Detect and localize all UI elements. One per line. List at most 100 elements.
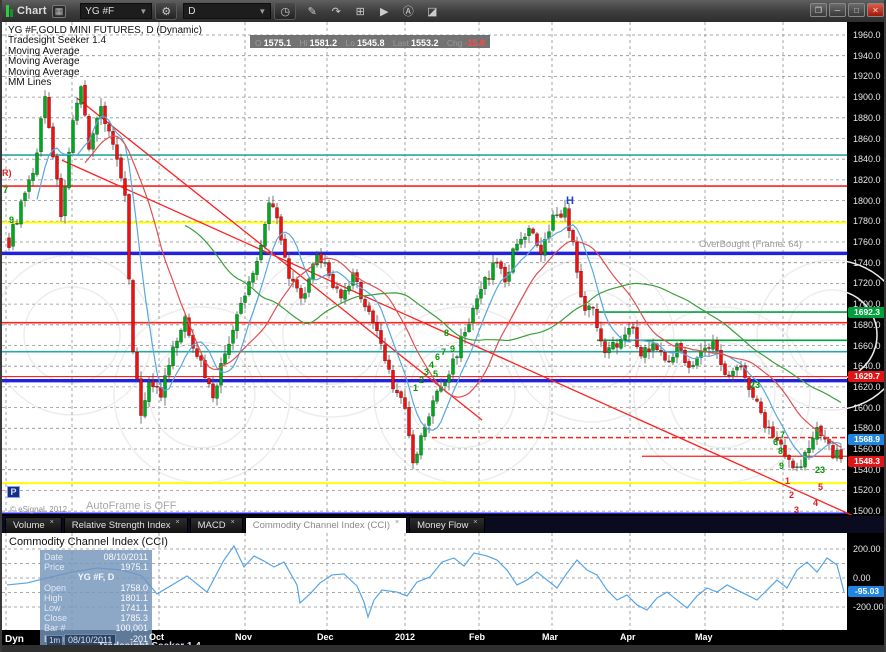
candle-body [279, 216, 283, 241]
data-window-value: 1801.1 [120, 592, 148, 603]
candle-body [403, 397, 407, 409]
candle-body [451, 358, 455, 375]
seeker-count-label: 2 [419, 375, 425, 385]
candle-body [375, 322, 379, 332]
tab-commodity-channel-index-cci-[interactable]: Commodity Channel Index (CCI) × [244, 517, 408, 533]
candle-body [447, 374, 451, 383]
window-title: Chart [17, 5, 47, 17]
candle-body [527, 228, 531, 236]
candle-body [723, 363, 727, 375]
candle-body [467, 324, 471, 332]
time-clock-icon[interactable]: ◷ [274, 2, 297, 20]
ma-mid-line [84, 135, 842, 448]
seeker-count-label: 4 [813, 498, 819, 508]
candle-body [67, 151, 71, 189]
tab-label: Relative Strength Index [71, 520, 171, 531]
candle-body [599, 328, 603, 342]
tab-money-flow[interactable]: Money Flow × [409, 517, 486, 533]
candle-body [667, 360, 671, 363]
candle-body [207, 378, 211, 385]
data-window-row: High 1801.1 [44, 593, 148, 603]
tab-relative-strength-index[interactable]: Relative Strength Index × [63, 517, 188, 533]
candle-body [663, 351, 667, 361]
candle-body [347, 285, 351, 292]
quote-field-value: 1553.2 [410, 37, 439, 48]
candle-body [211, 383, 215, 399]
candle-body [139, 378, 143, 416]
candle-body [115, 144, 119, 160]
play-icon[interactable]: ▶ [374, 2, 394, 20]
price-axis-label: 1760.0 [853, 237, 881, 247]
price-badge: 1568.9 [848, 434, 884, 446]
tab-close-icon[interactable]: × [231, 519, 235, 526]
seeker-count-label: 5 [433, 369, 439, 379]
candle-body [523, 236, 527, 240]
candle-body [231, 329, 235, 344]
candle-body [235, 314, 239, 332]
title-bar[interactable]: Chart ▦ YG #F ▼ ⚙ D ▼ ◷ ✎ ↷ ⊞ ▶ Ⓐ ◪ ❐ ─ □ ✕ [2, 0, 884, 22]
tab-close-icon[interactable]: × [50, 519, 54, 526]
candle-body [163, 375, 167, 398]
restore-button[interactable]: ❐ [810, 3, 827, 17]
draw-pencil-icon[interactable]: ✎ [302, 2, 322, 20]
candle-body [643, 347, 647, 358]
candle-body [427, 416, 431, 426]
chevron-down-icon: ▼ [258, 6, 267, 16]
tab-close-icon[interactable]: × [473, 519, 477, 526]
candle-body [387, 359, 391, 370]
candle-body [155, 386, 159, 388]
candle-body [651, 343, 655, 351]
tab-volume[interactable]: Volume × [5, 517, 62, 533]
main-chart-canvas[interactable] [2, 22, 884, 516]
candle-body [247, 281, 251, 295]
tab-macd[interactable]: MACD × [189, 517, 243, 533]
symbol-settings-gear-icon[interactable]: ⚙ [155, 2, 178, 20]
candle-body [687, 361, 691, 368]
redo-icon[interactable]: ↷ [326, 2, 346, 20]
ma-fast-line [36, 115, 842, 459]
candle-body [371, 310, 375, 324]
data-window-value: 100,001 [115, 623, 148, 634]
close-button[interactable]: ✕ [867, 3, 884, 17]
candle-body [435, 390, 439, 402]
price-axis-label: 1600.0 [853, 402, 881, 413]
quote-field-value: -15.8 [464, 37, 485, 48]
tab-label: Commodity Channel Index (CCI) [252, 520, 390, 531]
data-window-overlay: Date 08/10/2011 Price 1975.1 YG #F, D Open 175… [40, 550, 152, 645]
month-label: Nov [235, 632, 253, 642]
quote-note-icon[interactable]: ⊞ [350, 2, 370, 20]
maximize-button[interactable]: □ [848, 3, 865, 17]
interval-dropdown[interactable]: D ▼ [183, 3, 272, 19]
candle-body [595, 308, 599, 328]
auto-icon[interactable]: Ⓐ [398, 2, 418, 20]
candle-body [707, 347, 711, 349]
minimize-button[interactable]: ─ [829, 3, 846, 17]
candles [7, 80, 843, 472]
quote-field: Chg -15.8 [447, 33, 485, 51]
candle-body [87, 116, 91, 150]
data-window-value: 1785.3 [120, 613, 148, 624]
symbol-dropdown[interactable]: YG #F ▼ [80, 3, 153, 19]
candle-body [611, 342, 615, 350]
candle-body [455, 356, 459, 359]
eraser-icon[interactable]: ◪ [422, 2, 442, 20]
seeker-count-label: 9 [779, 461, 785, 471]
candle-body [767, 426, 771, 429]
candle-body [763, 412, 767, 428]
tab-close-icon[interactable]: × [176, 519, 180, 526]
candle-body [251, 272, 255, 283]
tab-close-icon[interactable]: × [395, 519, 399, 526]
candle-body [563, 207, 567, 218]
candle-body [35, 152, 39, 175]
candle-body [807, 448, 811, 454]
candle-body [127, 194, 131, 280]
candle-body [559, 213, 563, 218]
quote-field-label: Lo [345, 37, 355, 48]
candle-body [335, 286, 339, 289]
indicator-tab-bar: Volume × Relative Strength Index × MACD × Comm… [2, 515, 884, 533]
overbought-label: OverBought (Frame: 64) [699, 239, 802, 250]
price-axis-label: 1940.0 [853, 50, 881, 61]
quote-field-value: 1581.2 [309, 37, 338, 48]
candle-body [71, 120, 75, 153]
data-window-row: Close 1785.3 [44, 613, 148, 623]
